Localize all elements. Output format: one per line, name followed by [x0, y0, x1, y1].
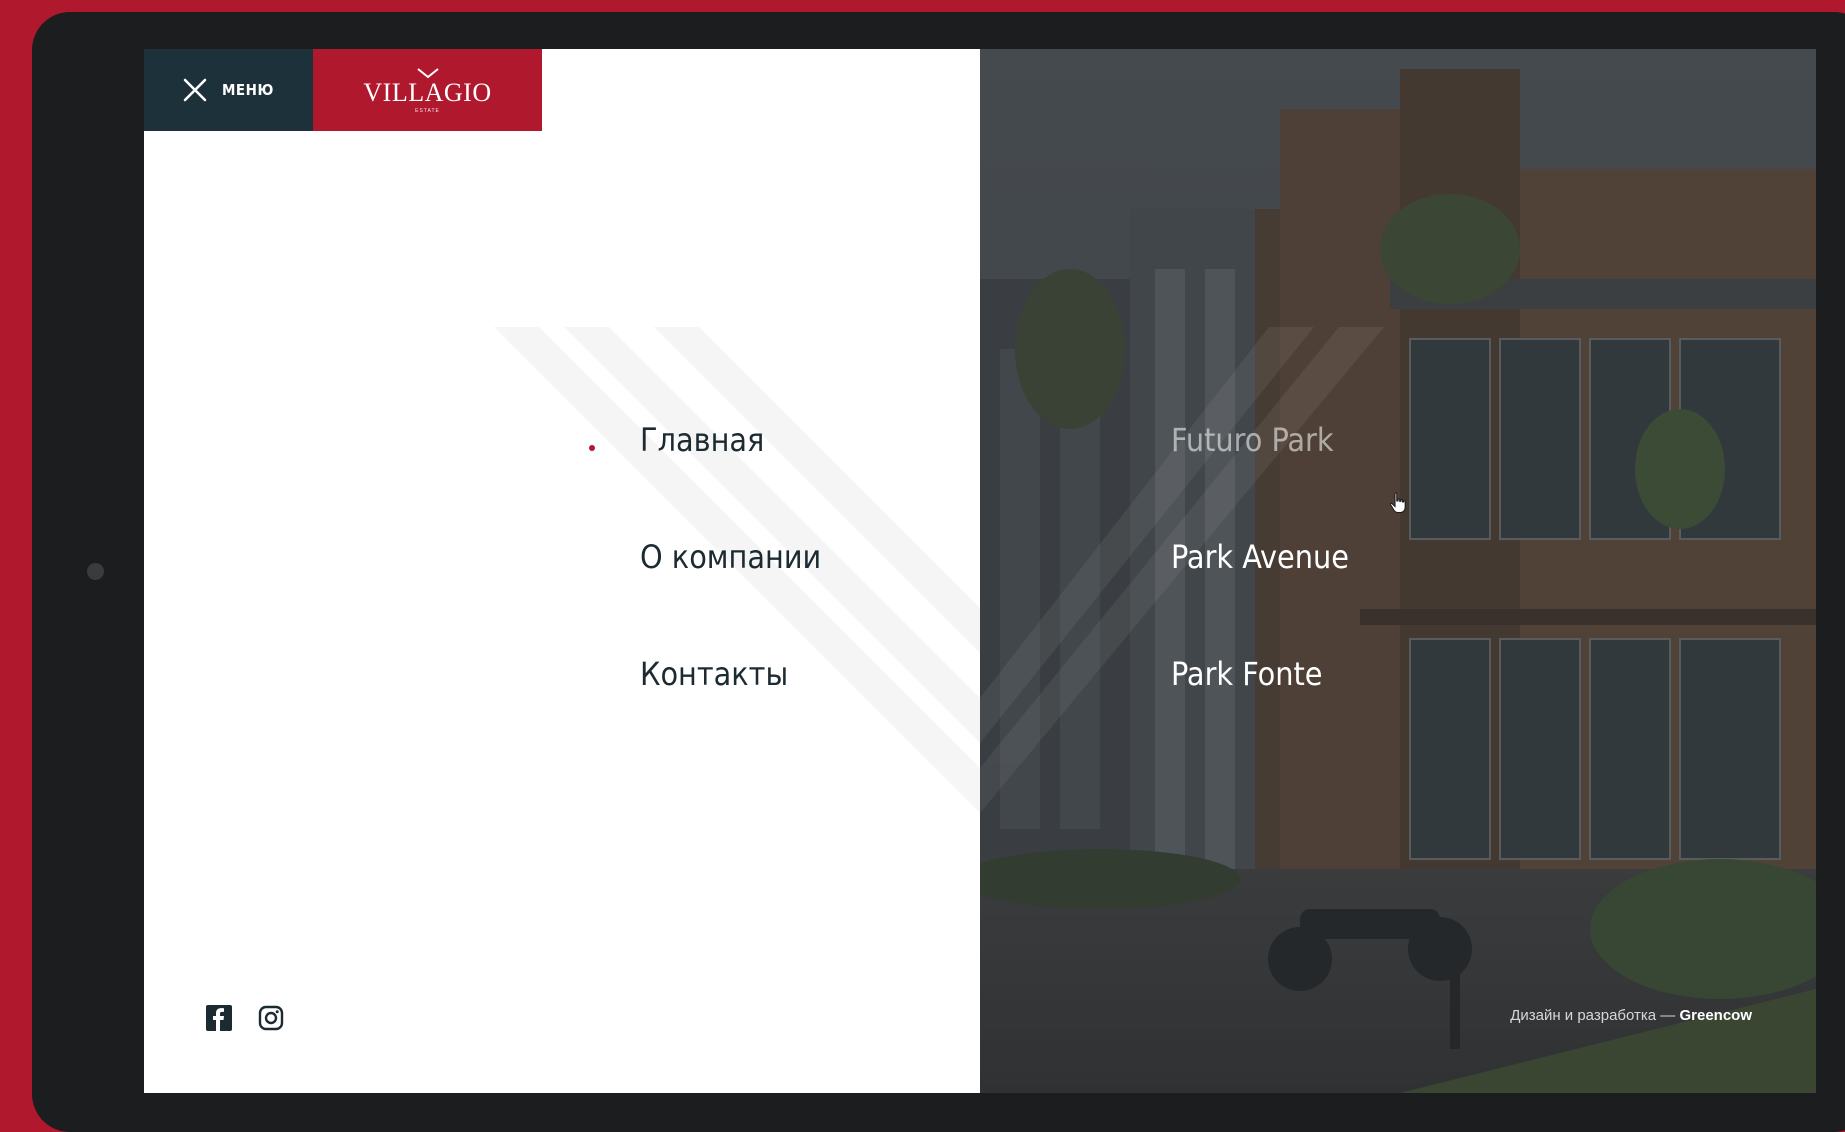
active-nav-indicator — [589, 445, 595, 451]
project-park-avenue[interactable]: Park Avenue — [1171, 538, 1349, 576]
menu-label: МЕНЮ — [222, 81, 274, 99]
tablet-frame: МЕНЮ VILLAGIO ESTATE Главная О компании … — [32, 12, 1845, 1132]
menu-overlay: МЕНЮ VILLAGIO ESTATE Главная О компании … — [144, 49, 1816, 1093]
project-park-fonte[interactable]: Park Fonte — [1171, 655, 1322, 693]
tablet-camera — [87, 563, 104, 580]
logo[interactable]: VILLAGIO ESTATE — [313, 49, 542, 131]
project-futuro-park[interactable]: Futuro Park — [1171, 421, 1334, 459]
menu-close-button[interactable]: МЕНЮ — [144, 49, 313, 131]
logo-sub: ESTATE — [415, 108, 440, 114]
credits-studio-link[interactable]: Greencow — [1679, 1007, 1752, 1024]
nav-item-contacts[interactable]: Контакты — [640, 655, 788, 693]
credits-prefix: Дизайн и разработка — — [1510, 1007, 1680, 1024]
nav-item-about[interactable]: О компании — [640, 538, 821, 576]
instagram-icon[interactable] — [258, 1005, 284, 1031]
logo-name: VILLAGIO — [363, 78, 492, 107]
hand-cursor-icon — [1389, 492, 1406, 514]
facebook-icon[interactable] — [206, 1005, 232, 1031]
logo-mark-icon — [416, 68, 439, 78]
building-photo — [980, 49, 1816, 1093]
close-icon — [183, 78, 207, 102]
nav-item-home[interactable]: Главная — [640, 421, 764, 459]
projects-panel — [980, 49, 1816, 1093]
nav-panel — [144, 49, 980, 1093]
credits: Дизайн и разработка — Greencow — [1510, 1007, 1752, 1024]
